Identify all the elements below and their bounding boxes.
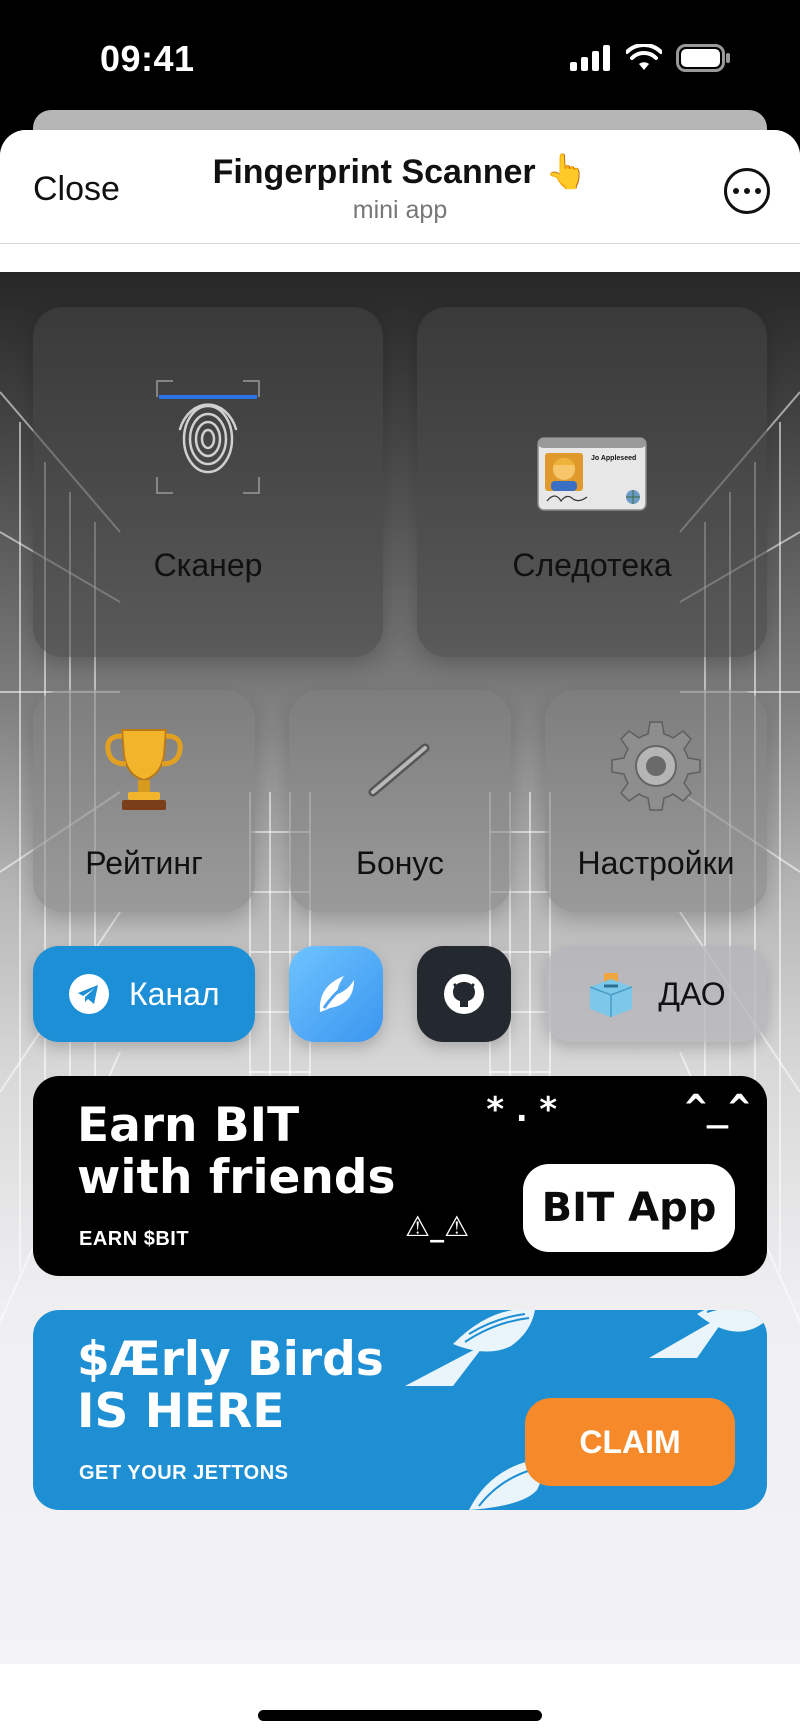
telegram-icon: [69, 974, 109, 1014]
status-bar: 09:41: [0, 0, 800, 120]
github-button[interactable]: [417, 946, 511, 1042]
channel-label: Канал: [129, 975, 220, 1012]
early-birds-banner[interactable]: $Ærly Birds IS HERE GET YOUR JETTONS CLA…: [33, 1310, 767, 1510]
bonus-label: Бонус: [355, 845, 445, 881]
home-indicator[interactable]: [258, 1710, 542, 1721]
battery-icon: [676, 44, 730, 72]
ballot-box-icon: [590, 973, 633, 1017]
dao-label: ДАО: [658, 975, 726, 1012]
early-birds-subtitle: GET YOUR JETTONS: [79, 1462, 289, 1484]
id-card-icon: [537, 437, 647, 511]
app-subtitle: mini app: [352, 196, 448, 224]
earn-bit-title-line2: with friends: [77, 1150, 396, 1205]
more-dot-icon: [755, 188, 761, 194]
rating-tile[interactable]: Рейтинг: [33, 690, 255, 912]
more-options-button[interactable]: [724, 168, 770, 214]
status-icons: [570, 44, 732, 72]
bit-app-button[interactable]: BIT App: [523, 1164, 735, 1252]
rating-label: Рейтинг: [85, 845, 203, 881]
bonus-icon: [368, 743, 430, 797]
bluesky-button[interactable]: [289, 946, 383, 1042]
fingerprint-icon: [156, 380, 260, 494]
settings-tile[interactable]: Настройки: [545, 690, 767, 912]
more-dot-icon: [733, 188, 739, 194]
settings-label: Настройки: [577, 845, 735, 881]
mini-app-header: Close Fingerprint Scanner 👆 mini app: [0, 130, 800, 244]
scanner-tile[interactable]: Сканер: [33, 307, 383, 657]
scanner-label: Сканер: [153, 547, 263, 583]
early-birds-title-line2: IS HERE: [77, 1384, 285, 1439]
wifi-icon: [626, 44, 662, 70]
bonus-tile[interactable]: Бонус: [289, 690, 511, 912]
channel-button[interactable]: Канал: [33, 946, 255, 1042]
records-tile[interactable]: Jo Appleseed Следотека: [417, 307, 767, 657]
early-birds-title-line1: $Ærly Birds: [77, 1332, 384, 1387]
mini-app-sheet: Close Fingerprint Scanner 👆 mini app Ска…: [0, 130, 800, 1734]
cellular-signal-icon: [570, 45, 610, 71]
more-dot-icon: [744, 188, 750, 194]
id-card-name: Jo Appleseed: [591, 455, 637, 462]
deco-face-bottom: ⚠_⚠: [405, 1210, 470, 1243]
earn-bit-title-line1: Earn BIT: [77, 1098, 300, 1153]
earn-bit-banner[interactable]: Earn BIT with friends EARN $BIT *.* ^_^ …: [33, 1076, 767, 1276]
deco-face-top: *.*: [485, 1090, 565, 1130]
gear-icon: [611, 721, 701, 811]
status-time: 09:41: [100, 38, 195, 79]
app-content: Сканер Jo Appleseed Следотека Рейтинг Бо…: [0, 272, 800, 1664]
dao-button[interactable]: ДАО: [545, 946, 767, 1042]
leaf-logo-icon: [319, 976, 354, 1012]
github-icon: [444, 974, 484, 1014]
earn-bit-subtitle: EARN $BIT: [79, 1228, 190, 1250]
trophy-icon: [105, 729, 183, 810]
claim-button[interactable]: CLAIM: [525, 1398, 735, 1486]
app-title: Fingerprint Scanner 👆: [212, 153, 588, 191]
records-label: Следотека: [512, 547, 672, 583]
deco-face-right: ^_^: [685, 1088, 751, 1129]
